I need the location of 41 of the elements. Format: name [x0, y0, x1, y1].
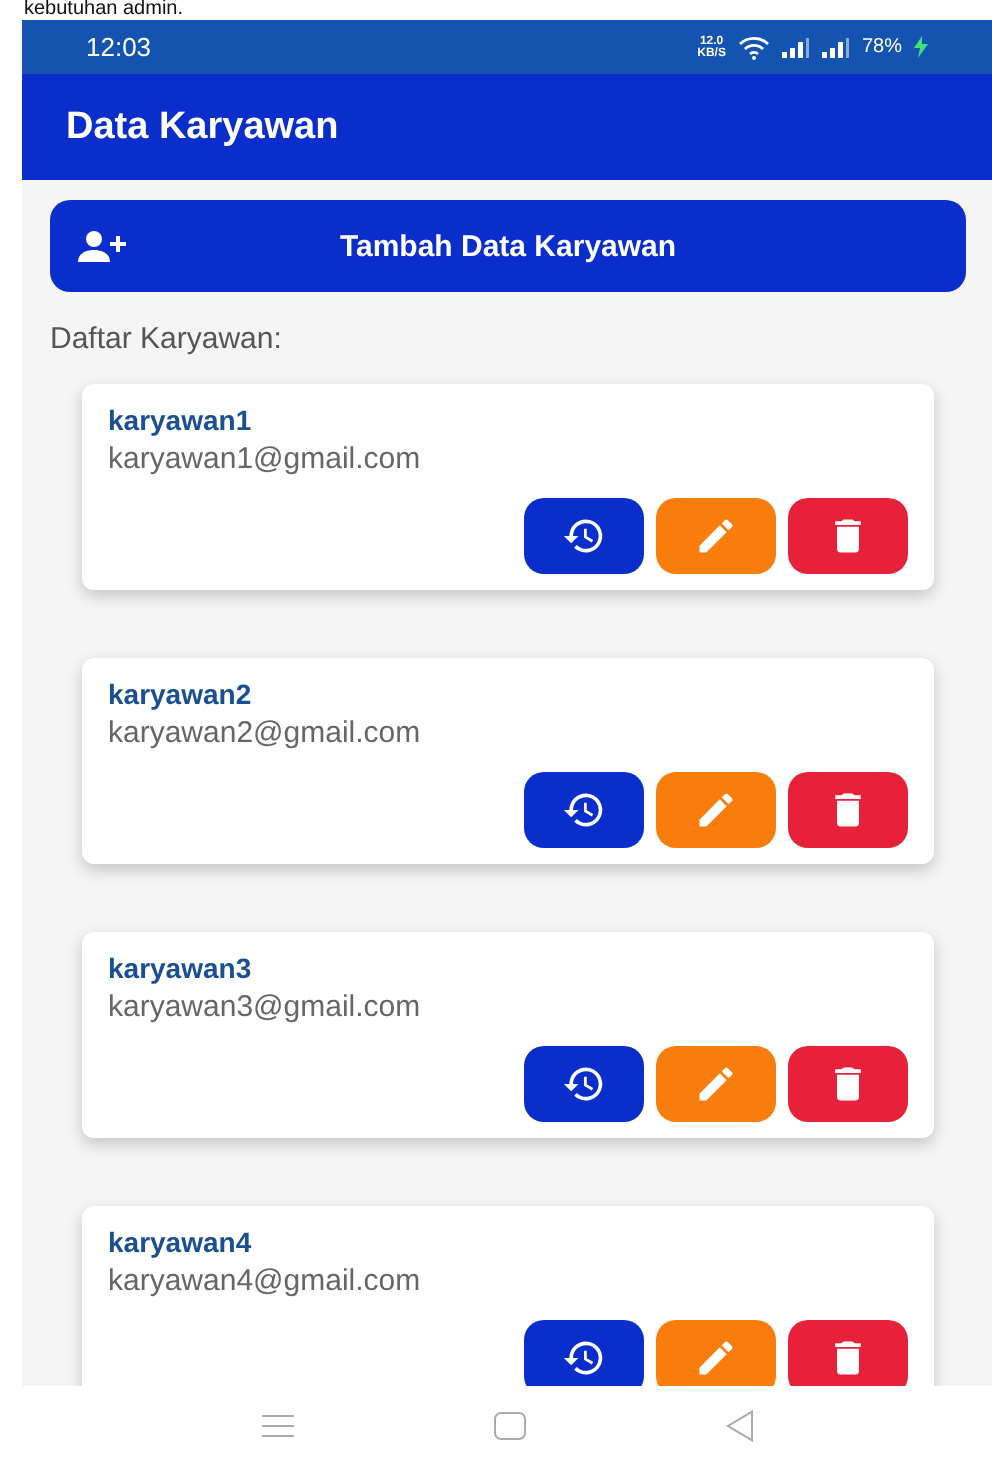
employee-name: karyawan4 — [108, 1226, 254, 1258]
status-time: 12:03 — [86, 32, 152, 62]
history-button[interactable] — [524, 772, 644, 848]
add-person-icon — [78, 230, 126, 262]
battery-level: 78% — [861, 36, 902, 58]
edit-button[interactable] — [656, 498, 776, 574]
edit-button[interactable] — [656, 1320, 776, 1386]
employee-email: karyawan4@gmail.com — [108, 1264, 423, 1298]
employee-email: karyawan3@gmail.com — [108, 990, 423, 1024]
pencil-icon — [694, 1062, 738, 1106]
edit-button[interactable] — [656, 772, 776, 848]
pencil-icon — [694, 514, 738, 558]
back-icon[interactable] — [725, 1409, 753, 1441]
app-title: Data Karyawan — [66, 105, 339, 149]
employee-email: karyawan2@gmail.com — [108, 716, 423, 750]
menu-icon[interactable] — [261, 1413, 293, 1437]
add-employee-button[interactable]: Tambah Data Karyawan — [50, 200, 966, 292]
history-icon — [562, 788, 606, 832]
list-heading: Daftar Karyawan: — [50, 322, 284, 356]
employee-name: karyawan2 — [108, 678, 254, 710]
pencil-icon — [694, 788, 738, 832]
delete-button[interactable] — [788, 498, 908, 574]
history-icon — [562, 1336, 606, 1380]
history-icon — [562, 514, 606, 558]
delete-button[interactable] — [788, 1320, 908, 1386]
delete-button[interactable] — [788, 772, 908, 848]
edit-button[interactable] — [656, 1046, 776, 1122]
employee-name: karyawan1 — [108, 404, 254, 436]
employee-name: karyawan3 — [108, 952, 254, 984]
signal-icon — [821, 37, 850, 57]
wifi-icon — [737, 35, 770, 59]
employee-email: karyawan1@gmail.com — [108, 442, 423, 476]
caption-text: kebutuhan admin. — [22, 0, 186, 20]
history-icon — [562, 1062, 606, 1106]
pencil-icon — [694, 1336, 738, 1380]
history-button[interactable] — [524, 498, 644, 574]
delete-button[interactable] — [788, 1046, 908, 1122]
history-button[interactable] — [524, 1046, 644, 1122]
signal-icon — [781, 37, 810, 57]
home-icon[interactable] — [493, 1411, 525, 1439]
history-button[interactable] — [524, 1320, 644, 1386]
